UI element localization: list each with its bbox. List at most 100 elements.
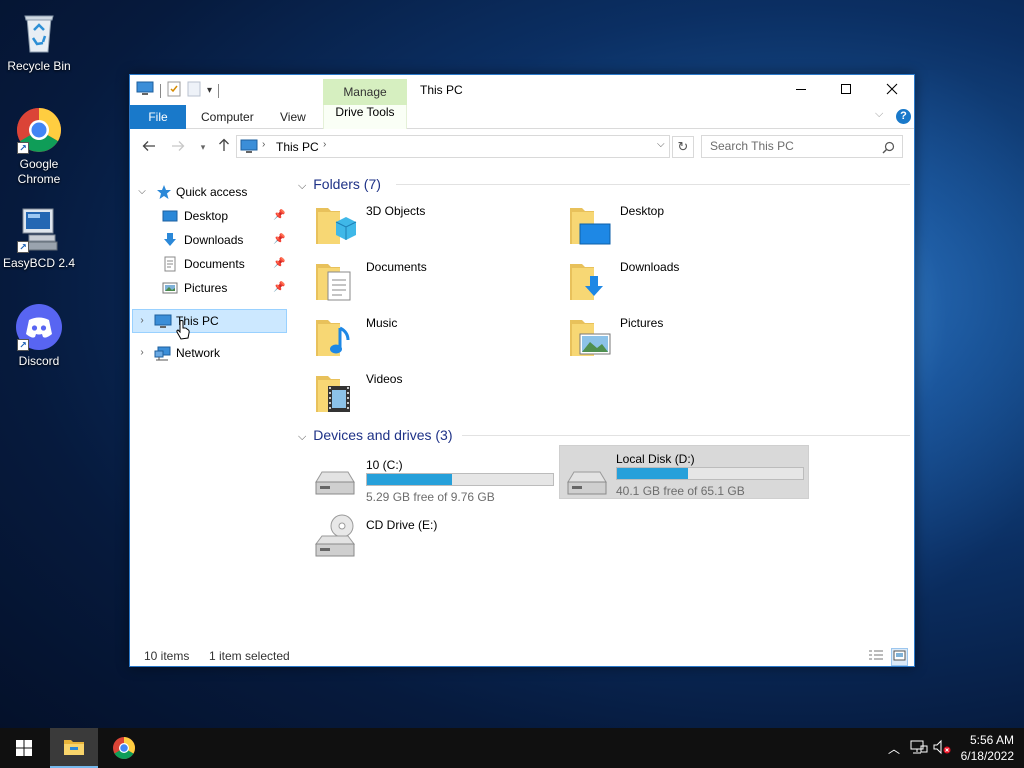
music-folder-icon xyxy=(314,314,358,358)
documents-folder-icon xyxy=(314,258,358,302)
nav-label: Desktop xyxy=(184,209,229,223)
desktop-icon-google-chrome[interactable]: ↗ Google Chrome xyxy=(1,106,77,187)
chevron-down-icon[interactable]: ⌵ xyxy=(298,431,306,443)
expand-ribbon-icon[interactable]: ⌵ xyxy=(875,108,883,121)
minimize-icon xyxy=(796,89,806,90)
recycle-bin-icon xyxy=(15,8,63,56)
address-row: ▾ › This PC › ⌵ ↻ Search This PC xyxy=(130,132,914,162)
desktop-icon-recycle-bin[interactable]: Recycle Bin xyxy=(1,8,77,74)
shortcut-arrow-icon: ↗ xyxy=(17,339,29,351)
maximize-button[interactable] xyxy=(823,75,869,105)
nav-item-quick-access[interactable]: ⌵ Quick access xyxy=(130,180,287,204)
cd-drive-icon xyxy=(312,514,358,560)
nav-item-downloads[interactable]: Downloads 📌 xyxy=(130,228,287,252)
drive-item-d[interactable]: Local Disk (D:) 40.1 GB free of 65.1 GB xyxy=(559,445,809,499)
search-placeholder: Search This PC xyxy=(710,139,794,153)
status-item-count: 10 items xyxy=(144,649,190,663)
downloads-folder-icon xyxy=(568,258,612,302)
desktop-icon-discord[interactable]: ↗ Discord xyxy=(1,303,77,369)
close-button[interactable] xyxy=(869,75,915,105)
address-bar[interactable]: › This PC › ⌵ xyxy=(236,135,670,158)
drive-usage-fill xyxy=(367,474,453,485)
3d-objects-folder-icon xyxy=(314,202,358,246)
hard-drive-icon xyxy=(312,466,358,500)
details-view-icon[interactable] xyxy=(868,649,884,665)
desktop-icon-label: Chrome xyxy=(17,172,61,186)
customize-qat-icon[interactable]: ▾ xyxy=(207,85,212,96)
nav-item-this-pc[interactable]: › This PC xyxy=(130,309,287,333)
properties-icon[interactable] xyxy=(167,81,181,100)
group-header-devices[interactable]: ⌵ Devices and drives (3) xyxy=(298,425,910,445)
refresh-button[interactable]: ↻ xyxy=(672,136,694,158)
chevron-down-icon[interactable]: ⌵ xyxy=(298,180,306,192)
volume-muted-icon[interactable] xyxy=(933,739,951,758)
drive-item-c[interactable]: 10 (C:) 5.29 GB free of 9.76 GB xyxy=(294,452,554,504)
breadcrumb-chevron-icon[interactable]: › xyxy=(323,139,326,150)
clock-date: 6/18/2022 xyxy=(960,749,1014,763)
taskbar-clock[interactable]: 5:56 AM 6/18/2022 xyxy=(961,732,1014,764)
pictures-folder-icon xyxy=(568,314,612,358)
up-button[interactable] xyxy=(214,138,234,156)
show-hidden-icons-icon[interactable]: ︿ xyxy=(888,740,900,757)
tab-file[interactable]: File xyxy=(130,105,186,129)
status-selection-count: 1 item selected xyxy=(209,649,290,663)
file-explorer-window: ▾ Manage This PC File Computer View Driv… xyxy=(129,74,915,667)
desktop-icon-label: Recycle Bin xyxy=(7,59,71,73)
computer-icon[interactable] xyxy=(136,81,154,100)
folder-item[interactable]: Documents xyxy=(294,254,534,306)
folder-item[interactable]: Pictures xyxy=(548,310,788,362)
address-dropdown-icon[interactable]: ⌵ xyxy=(657,139,665,150)
forward-button[interactable] xyxy=(168,138,188,156)
tab-drive-tools[interactable]: Drive Tools xyxy=(323,105,407,129)
drive-usage-fill xyxy=(617,468,689,479)
chevron-down-icon[interactable]: ⌵ xyxy=(136,180,148,204)
tab-manage[interactable]: Manage xyxy=(323,79,407,105)
nav-label: Network xyxy=(176,346,221,360)
nav-label: Pictures xyxy=(184,281,228,295)
desktop-folder-icon xyxy=(568,202,612,246)
folder-item[interactable]: Downloads xyxy=(548,254,788,306)
toolbar-divider xyxy=(218,83,220,98)
folder-item[interactable]: Desktop xyxy=(548,198,788,250)
back-button[interactable] xyxy=(139,138,159,156)
desktop-icon-label: EasyBCD 2.4 xyxy=(2,256,76,270)
taskbar-file-explorer[interactable] xyxy=(50,728,98,768)
drive-item-e[interactable]: CD Drive (E:) xyxy=(294,512,554,564)
taskbar-chrome[interactable] xyxy=(100,728,148,768)
pin-icon: 📌 xyxy=(273,234,286,245)
back-arrow-icon xyxy=(142,141,155,151)
new-folder-icon[interactable] xyxy=(187,81,201,100)
folder-item[interactable]: 3D Objects xyxy=(294,198,534,250)
tab-computer[interactable]: Computer xyxy=(201,105,254,129)
tab-view[interactable]: View xyxy=(280,105,306,129)
forward-arrow-icon xyxy=(172,141,185,151)
chevron-right-icon[interactable]: › xyxy=(136,309,148,333)
nav-label: Documents xyxy=(184,257,245,271)
search-input[interactable]: Search This PC xyxy=(701,135,903,158)
drive-free-space: 5.29 GB free of 9.76 GB xyxy=(366,490,495,504)
network-status-icon[interactable] xyxy=(910,739,928,758)
close-icon xyxy=(886,83,898,95)
nav-item-desktop[interactable]: Desktop 📌 xyxy=(130,204,287,228)
desktop-icon-easybcd[interactable]: ↗ EasyBCD 2.4 xyxy=(1,205,77,271)
title-bar: ▾ Manage This PC xyxy=(130,75,914,105)
chevron-right-icon[interactable]: › xyxy=(136,341,148,365)
drive-usage-bar xyxy=(366,473,554,486)
nav-item-network[interactable]: › Network xyxy=(130,341,287,365)
chevron-down-icon: ▾ xyxy=(200,142,206,152)
breadcrumb-this-pc[interactable]: This PC xyxy=(276,140,319,154)
discord-icon: ↗ xyxy=(15,303,63,351)
recent-locations-button[interactable]: ▾ xyxy=(193,138,213,156)
folder-item[interactable]: Music xyxy=(294,310,534,362)
maximize-icon xyxy=(841,84,851,94)
help-icon[interactable]: ? xyxy=(896,109,911,124)
ribbon-tabs: File Computer View Drive Tools ⌵ ? xyxy=(130,105,914,129)
folder-item[interactable]: Videos xyxy=(294,366,534,418)
large-icons-view-icon[interactable] xyxy=(891,648,908,666)
group-header-folders[interactable]: ⌵ Folders (7) xyxy=(298,174,910,194)
minimize-button[interactable] xyxy=(778,75,824,105)
nav-item-pictures[interactable]: Pictures 📌 xyxy=(130,276,287,300)
nav-item-documents[interactable]: Documents 📌 xyxy=(130,252,287,276)
start-button[interactable] xyxy=(0,728,48,768)
navigation-pane: ⌵ Quick access Desktop 📌 Downloads 📌 Doc… xyxy=(130,175,290,635)
